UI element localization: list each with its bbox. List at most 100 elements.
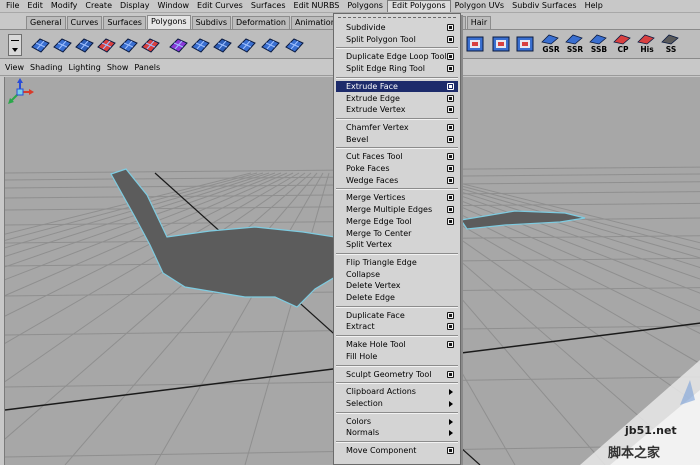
polygon-cylinder-icon[interactable] bbox=[118, 33, 139, 55]
menu-modify[interactable]: Modify bbox=[47, 0, 82, 12]
shelf-tab-polygons[interactable]: Polygons bbox=[146, 15, 191, 29]
menu-item-merge-vertices[interactable]: Merge Vertices bbox=[336, 192, 458, 203]
polygon-sphere-icon[interactable] bbox=[74, 33, 95, 55]
menu-item-delete-edge[interactable]: Delete Edge bbox=[336, 292, 458, 303]
polygon-extrude-icon[interactable] bbox=[491, 33, 512, 55]
menu-polygon-uvs[interactable]: Polygon UVs bbox=[451, 0, 508, 12]
menu-polygons[interactable]: Polygons bbox=[343, 0, 387, 12]
menu-window[interactable]: Window bbox=[154, 0, 194, 12]
menu-item-make-hole-tool[interactable]: Make Hole Tool bbox=[336, 339, 458, 350]
view-axis-icon[interactable] bbox=[5, 77, 35, 107]
option-box-icon[interactable] bbox=[447, 35, 454, 43]
polygon-plane-icon[interactable] bbox=[30, 33, 51, 55]
menu-create[interactable]: Create bbox=[81, 0, 116, 12]
menu-item-split-vertex[interactable]: Split Vertex bbox=[336, 239, 458, 250]
menu-item-extrude-edge[interactable]: Extrude Edge bbox=[336, 93, 458, 104]
shelf-menu-button[interactable] bbox=[8, 34, 22, 56]
menu-item-fill-hole[interactable]: Fill Hole bbox=[336, 351, 458, 362]
menu-item-extract[interactable]: Extract bbox=[336, 321, 458, 332]
menu-item-sculpt-geometry-tool[interactable]: Sculpt Geometry Tool bbox=[336, 369, 458, 380]
option-box-icon[interactable] bbox=[447, 341, 454, 349]
polygon-purple-cube-icon[interactable] bbox=[168, 33, 189, 55]
polygon-merge-icon[interactable] bbox=[260, 33, 281, 55]
menu-item-merge-edge-tool[interactable]: Merge Edge Tool bbox=[336, 216, 458, 227]
option-box-icon[interactable] bbox=[447, 135, 454, 143]
shelf-tab-curves[interactable]: Curves bbox=[66, 16, 103, 29]
menu-edit[interactable]: Edit bbox=[23, 0, 47, 12]
option-box-icon[interactable] bbox=[447, 53, 454, 61]
menu-item-flip-triangle-edge[interactable]: Flip Triangle Edge bbox=[336, 257, 458, 268]
polygon-wedge-icon[interactable] bbox=[465, 33, 486, 55]
menu-item-chamfer-vertex[interactable]: Chamfer Vertex bbox=[336, 122, 458, 133]
panel-menu-lighting[interactable]: Lighting bbox=[65, 63, 103, 72]
shelf-button-ss[interactable]: SS bbox=[660, 33, 680, 57]
menu-file[interactable]: File bbox=[2, 0, 23, 12]
menu-item-delete-vertex[interactable]: Delete Vertex bbox=[336, 280, 458, 291]
menu-item-cut-faces-tool[interactable]: Cut Faces Tool bbox=[336, 151, 458, 162]
option-box-icon[interactable] bbox=[447, 94, 454, 102]
option-box-icon[interactable] bbox=[447, 370, 454, 378]
panel-menu-show[interactable]: Show bbox=[104, 63, 132, 72]
shelf-button-ssr[interactable]: SSR bbox=[564, 33, 584, 57]
option-box-icon[interactable] bbox=[447, 323, 454, 331]
menu-tearoff[interactable] bbox=[338, 17, 456, 19]
panel-menu-view[interactable]: View bbox=[2, 63, 27, 72]
polygon-move-icon[interactable] bbox=[96, 33, 117, 55]
panel-menu-panels[interactable]: Panels bbox=[131, 63, 163, 72]
menu-surfaces[interactable]: Surfaces bbox=[247, 0, 290, 12]
polygon-cube-icon[interactable] bbox=[52, 33, 73, 55]
menu-item-extrude-vertex[interactable]: Extrude Vertex bbox=[336, 104, 458, 115]
polygon-close-icon[interactable] bbox=[284, 33, 305, 55]
menu-item-normals[interactable]: Normals bbox=[336, 427, 458, 438]
option-box-icon[interactable] bbox=[447, 206, 454, 214]
option-box-icon[interactable] bbox=[447, 106, 454, 114]
shelf-tab-subdivs[interactable]: Subdivs bbox=[191, 16, 232, 29]
option-box-icon[interactable] bbox=[447, 24, 454, 31]
menu-item-move-component[interactable]: Move Component bbox=[336, 445, 458, 456]
menu-item-clipboard-actions[interactable]: Clipboard Actions bbox=[336, 386, 458, 397]
menu-edit-curves[interactable]: Edit Curves bbox=[193, 0, 247, 12]
menu-edit-polygons[interactable]: Edit Polygons bbox=[386, 0, 451, 12]
shelf-tab-deformation[interactable]: Deformation bbox=[232, 16, 290, 29]
shelf-tab-surfaces[interactable]: Surfaces bbox=[103, 16, 146, 29]
option-box-icon[interactable] bbox=[447, 194, 454, 202]
shelf-button-ssb[interactable]: SSB bbox=[588, 33, 608, 57]
menu-display[interactable]: Display bbox=[116, 0, 154, 12]
polygon-append-icon[interactable] bbox=[190, 33, 211, 55]
menu-item-extrude-face[interactable]: Extrude Face bbox=[336, 80, 458, 92]
shelf-button-cp[interactable]: CP bbox=[612, 33, 632, 57]
menu-item-subdivide[interactable]: Subdivide bbox=[336, 22, 458, 33]
option-box-icon[interactable] bbox=[447, 153, 454, 161]
menu-item-duplicate-edge-loop-tool[interactable]: Duplicate Edge Loop Tool bbox=[336, 51, 458, 62]
shelf-button-gsr[interactable]: GSR bbox=[540, 33, 560, 57]
menu-item-split-polygon-tool[interactable]: Split Polygon Tool bbox=[336, 34, 458, 45]
option-box-icon[interactable] bbox=[447, 123, 454, 131]
menu-item-merge-multiple-edges[interactable]: Merge Multiple Edges bbox=[336, 204, 458, 215]
polygon-bevel-icon[interactable] bbox=[515, 33, 536, 55]
shelf-button-his[interactable]: His bbox=[636, 33, 656, 57]
menu-item-split-edge-ring-tool[interactable]: Split Edge Ring Tool bbox=[336, 63, 458, 74]
option-box-icon[interactable] bbox=[447, 447, 454, 454]
polygon-mesh[interactable] bbox=[110, 168, 336, 308]
shelf-tab-hair[interactable]: Hair bbox=[466, 16, 492, 29]
option-box-icon[interactable] bbox=[447, 65, 454, 73]
menu-item-duplicate-face[interactable]: Duplicate Face bbox=[336, 310, 458, 321]
menu-item-collapse[interactable]: Collapse bbox=[336, 269, 458, 280]
option-box-icon[interactable] bbox=[447, 165, 454, 172]
polygon-vertex-icon[interactable] bbox=[140, 33, 161, 55]
polygon-mesh-tail[interactable] bbox=[459, 210, 586, 230]
shelf-tab-general[interactable]: General bbox=[26, 16, 66, 29]
menu-item-poke-faces[interactable]: Poke Faces bbox=[336, 163, 458, 174]
panel-menu-shading[interactable]: Shading bbox=[27, 63, 66, 72]
option-box-icon[interactable] bbox=[447, 311, 454, 319]
option-box-icon[interactable] bbox=[447, 176, 454, 184]
option-box-icon[interactable] bbox=[447, 82, 454, 90]
menu-item-colors[interactable]: Colors bbox=[336, 416, 458, 427]
menu-item-wedge-faces[interactable]: Wedge Faces bbox=[336, 175, 458, 186]
menu-help[interactable]: Help bbox=[581, 0, 607, 12]
menu-item-bevel[interactable]: Bevel bbox=[336, 134, 458, 145]
polygon-split-icon[interactable] bbox=[236, 33, 257, 55]
menu-subdiv-surfaces[interactable]: Subdiv Surfaces bbox=[508, 0, 580, 12]
menu-edit-nurbs[interactable]: Edit NURBS bbox=[290, 0, 344, 12]
menu-item-merge-to-center[interactable]: Merge To Center bbox=[336, 228, 458, 239]
